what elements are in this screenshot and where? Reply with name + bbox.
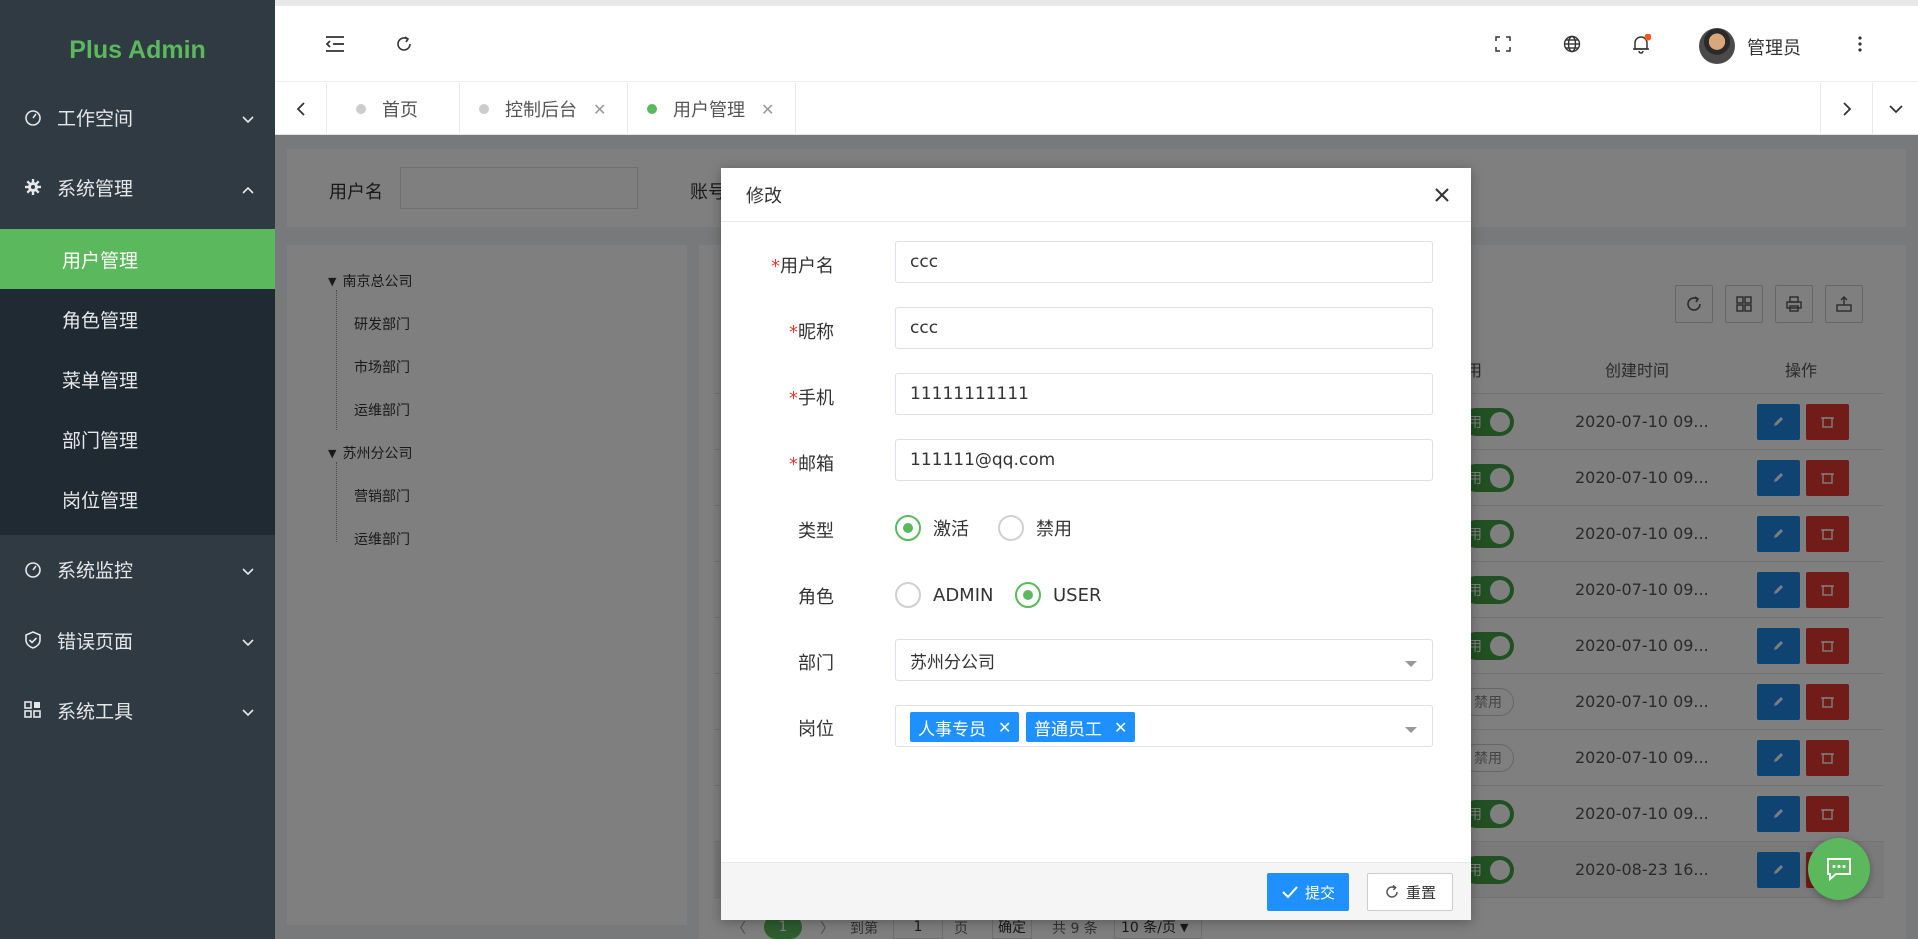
caret-down-icon [1404, 720, 1418, 740]
chevron-down-icon [241, 562, 255, 576]
dashboard-icon [24, 108, 42, 126]
edit-user-dialog: 修改 *用户名 ccc *昵称 ccc *手机 11111111111 *邮箱 … [721, 168, 1471, 920]
role-label: 角色 [798, 587, 834, 608]
email-field[interactable]: 111111@qq.com [895, 439, 1433, 481]
dialog-header: 修改 [721, 168, 1471, 222]
dialog-title: 修改 [746, 185, 782, 207]
menu-group-monitor[interactable]: 系统监控 [0, 540, 275, 598]
type-label: 类型 [798, 521, 834, 542]
sidebar-item-posts[interactable]: 岗位管理 [0, 469, 275, 529]
header-mask [275, 0, 1918, 135]
post-tag: 人事专员 ✕ [910, 712, 1020, 742]
radio-label: 激活 [933, 519, 969, 540]
nickname-label: *昵称 [789, 322, 834, 343]
menu-group-label: 系统监控 [57, 559, 134, 582]
radio-circle [895, 515, 921, 541]
chevron-up-icon [241, 180, 255, 194]
chevron-down-icon [241, 633, 255, 647]
reset-button[interactable]: 重置 [1367, 873, 1453, 911]
apps-icon [24, 701, 42, 719]
radio-label: 禁用 [1036, 519, 1072, 540]
gear-icon [24, 178, 42, 196]
menu-group-label: 工作空间 [57, 107, 134, 130]
dept-label: 部门 [798, 653, 834, 674]
email-label: *邮箱 [789, 454, 834, 475]
post-select[interactable]: 人事专员 ✕ 普通员工 ✕ [895, 705, 1433, 747]
menu-group-label: 系统工具 [57, 700, 134, 723]
reset-icon [1386, 884, 1398, 898]
chat-icon[interactable] [1808, 838, 1870, 900]
shield-icon [24, 631, 42, 649]
phone-label: *手机 [789, 388, 834, 409]
dept-select-value: 苏州分公司 [910, 652, 995, 673]
dashboard-icon [24, 560, 42, 578]
menu-group-workspace[interactable]: 工作空间 [0, 88, 275, 146]
username-field[interactable]: ccc [895, 241, 1433, 283]
username-label: *用户名 [771, 256, 834, 277]
role-radio-user[interactable]: USER [1015, 582, 1101, 608]
app-logo: Plus Admin [69, 35, 206, 64]
role-radio-admin[interactable]: ADMIN [895, 582, 993, 608]
radio-label: ADMIN [933, 584, 994, 606]
chevron-down-icon [241, 110, 255, 124]
caret-down-icon [1404, 654, 1418, 674]
tag-close-icon[interactable]: ✕ [1114, 718, 1127, 737]
sidebar-item-menus[interactable]: 菜单管理 [0, 349, 275, 409]
phone-field[interactable]: 11111111111 [895, 373, 1433, 415]
sidebar-item-roles[interactable]: 角色管理 [0, 289, 275, 349]
tag-close-icon[interactable]: ✕ [998, 718, 1011, 737]
close-icon[interactable] [1431, 184, 1453, 206]
sidebar-item-users[interactable]: 用户管理 [0, 229, 275, 289]
menu-group-tools[interactable]: 系统工具 [0, 681, 275, 739]
post-label: 岗位 [798, 719, 834, 740]
menu-group-system[interactable]: 系统管理 [0, 158, 275, 216]
nickname-field[interactable]: ccc [895, 307, 1433, 349]
dialog-footer: 提交 重置 [721, 862, 1471, 920]
sidebar-item-departments[interactable]: 部门管理 [0, 409, 275, 469]
radio-circle [1015, 582, 1041, 608]
radio-circle [895, 582, 921, 608]
dept-select[interactable]: 苏州分公司 [895, 639, 1433, 681]
sidebar: Plus Admin 工作空间 系统管理 用户管理 角色管理 菜单管理 部门管理… [0, 0, 275, 939]
menu-group-errors[interactable]: 错误页面 [0, 611, 275, 669]
submit-button[interactable]: 提交 [1267, 873, 1349, 911]
radio-circle [998, 515, 1024, 541]
post-tag: 普通员工 ✕ [1026, 712, 1136, 742]
check-icon [1282, 886, 1298, 899]
radio-label: USER [1053, 584, 1102, 606]
submenu-system: 用户管理 角色管理 菜单管理 部门管理 岗位管理 [0, 229, 275, 535]
type-radio-disabled[interactable]: 禁用 [998, 515, 1072, 541]
type-radio-active[interactable]: 激活 [895, 515, 969, 541]
menu-group-label: 系统管理 [57, 177, 134, 200]
chevron-down-icon [241, 703, 255, 717]
menu-group-label: 错误页面 [57, 630, 134, 653]
